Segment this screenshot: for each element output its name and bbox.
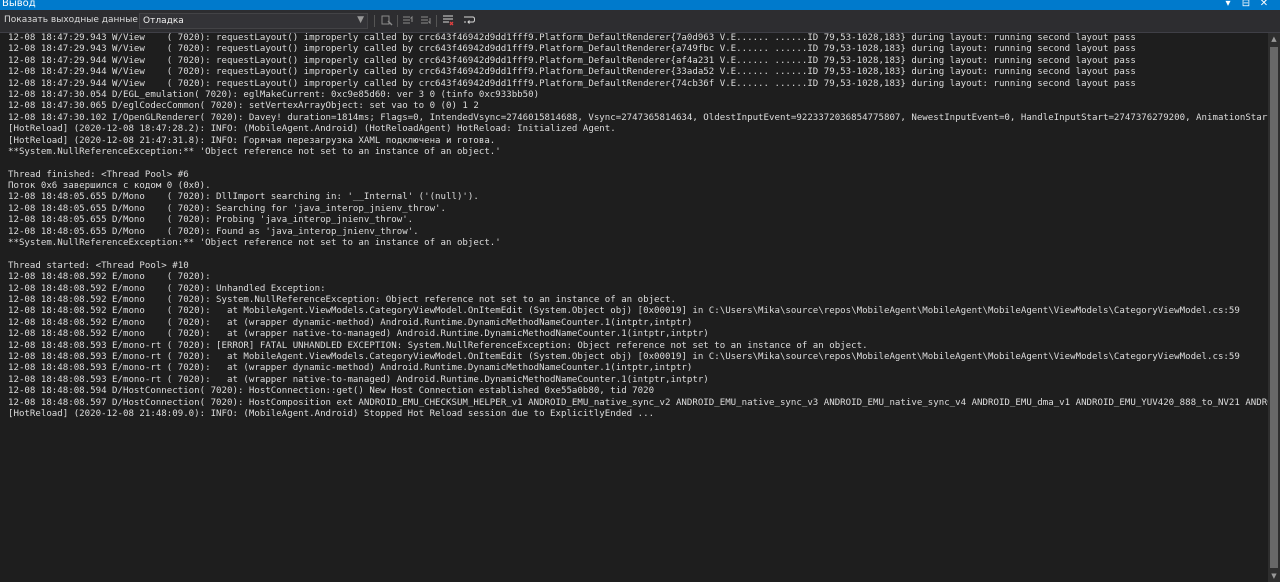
output-line: 12-08 18:47:29.943 W/View ( 7020): reque… xyxy=(8,33,1136,43)
output-line: Thread finished: <Thread Pool> #6 xyxy=(8,169,189,180)
output-line: [HotReload] (2020-12-08 21:48:09.0): INF… xyxy=(8,408,655,419)
output-window-titlebar: Вывод ▾ ⊟ ✕ xyxy=(0,0,1280,10)
scroll-up-icon[interactable]: ▲ xyxy=(1268,33,1280,45)
toolbar-separator xyxy=(436,15,437,27)
scrollbar-thumb[interactable] xyxy=(1270,47,1278,568)
output-line: 12-08 18:48:08.593 E/mono-rt ( 7020): [E… xyxy=(8,340,868,351)
output-line: 12-08 18:48:05.655 D/Mono ( 7020): DllIm… xyxy=(8,192,479,203)
output-line: 12-08 18:47:30.065 D/eglCodecCommon( 702… xyxy=(8,101,479,112)
output-line: [HotReload] (2020-12-08 18:47:28.2): INF… xyxy=(8,124,616,135)
output-line: 12-08 18:48:08.593 E/mono-rt ( 7020): at… xyxy=(8,351,1240,362)
toolbar-separator xyxy=(397,15,398,27)
close-window-button[interactable]: ✕ xyxy=(1256,0,1272,10)
output-line: 12-08 18:47:29.944 W/View ( 7020): reque… xyxy=(8,67,1136,78)
output-line: 12-08 18:47:29.944 W/View ( 7020): reque… xyxy=(8,55,1136,66)
output-line: 12-08 18:48:05.655 D/Mono ( 7020): Probi… xyxy=(8,215,414,226)
output-source-value: Отладка xyxy=(143,16,184,26)
output-line: 12-08 18:48:05.655 D/Mono ( 7020): Searc… xyxy=(8,203,446,214)
output-line: 12-08 18:48:08.593 E/mono-rt ( 7020): at… xyxy=(8,363,693,374)
find-message-in-code-icon[interactable] xyxy=(380,14,394,28)
chevron-down-icon: ▼ xyxy=(357,15,364,25)
output-line: **System.NullReferenceException:** 'Obje… xyxy=(8,238,501,249)
scroll-down-icon[interactable]: ▼ xyxy=(1268,570,1280,582)
output-toolbar: Показать выходные данные из: Отладка ▼ xyxy=(0,10,1280,33)
window-menu-button[interactable]: ▾ xyxy=(1220,0,1236,10)
output-line: 12-08 18:47:30.102 I/OpenGLRenderer( 702… xyxy=(8,112,1268,123)
output-line: 12-08 18:48:05.655 D/Mono ( 7020): Found… xyxy=(8,226,419,237)
output-line: 12-08 18:48:08.597 D/HostConnection( 702… xyxy=(8,397,1268,408)
vertical-scrollbar[interactable]: ▲ ▼ xyxy=(1268,33,1280,582)
clear-all-icon[interactable] xyxy=(441,14,455,28)
output-line: 12-08 18:48:08.592 E/mono ( 7020): at Mo… xyxy=(8,306,1240,317)
output-text-area[interactable]: 12-08 18:47:29.943 W/View ( 7020): reque… xyxy=(0,33,1268,582)
toggle-word-wrap-icon[interactable] xyxy=(462,14,476,28)
output-line: 12-08 18:47:29.943 W/View ( 7020): reque… xyxy=(8,44,1136,55)
output-line: Thread started: <Thread Pool> #10 xyxy=(8,260,189,271)
output-line: [HotReload] (2020-12-08 21:47:31.8): INF… xyxy=(8,135,496,146)
auto-hide-pin-button[interactable]: ⊟ xyxy=(1238,0,1254,10)
output-line: 12-08 18:47:30.054 D/EGL_emulation( 7020… xyxy=(8,89,540,100)
output-line: 12-08 18:48:08.592 E/mono ( 7020): xyxy=(8,272,211,283)
toolbar-separator xyxy=(374,15,375,27)
output-line: **System.NullReferenceException:** 'Obje… xyxy=(8,146,501,157)
output-line: 12-08 18:48:08.594 D/HostConnection( 702… xyxy=(8,386,655,397)
output-line: 12-08 18:48:08.592 E/mono ( 7020): at (w… xyxy=(8,329,709,340)
go-to-previous-message-icon[interactable] xyxy=(401,14,415,28)
output-source-dropdown[interactable]: Отладка ▼ xyxy=(139,13,368,29)
output-log-lines: 12-08 18:47:29.943 W/View ( 7020): reque… xyxy=(8,33,1268,420)
output-line: 12-08 18:48:08.593 E/mono-rt ( 7020): at… xyxy=(8,374,709,385)
output-line: 12-08 18:48:08.592 E/mono ( 7020): Unhan… xyxy=(8,283,326,294)
output-line: 12-08 18:48:08.592 E/mono ( 7020): Syste… xyxy=(8,294,676,305)
output-line: 12-08 18:48:08.592 E/mono ( 7020): at (w… xyxy=(8,317,693,328)
output-line: 12-08 18:47:29.944 W/View ( 7020): reque… xyxy=(8,78,1136,89)
go-to-next-message-icon[interactable] xyxy=(419,14,433,28)
output-line: Поток 0x6 завершился с кодом 0 (0x0). xyxy=(8,181,211,192)
output-source-label: Показать выходные данные из: xyxy=(4,15,155,25)
